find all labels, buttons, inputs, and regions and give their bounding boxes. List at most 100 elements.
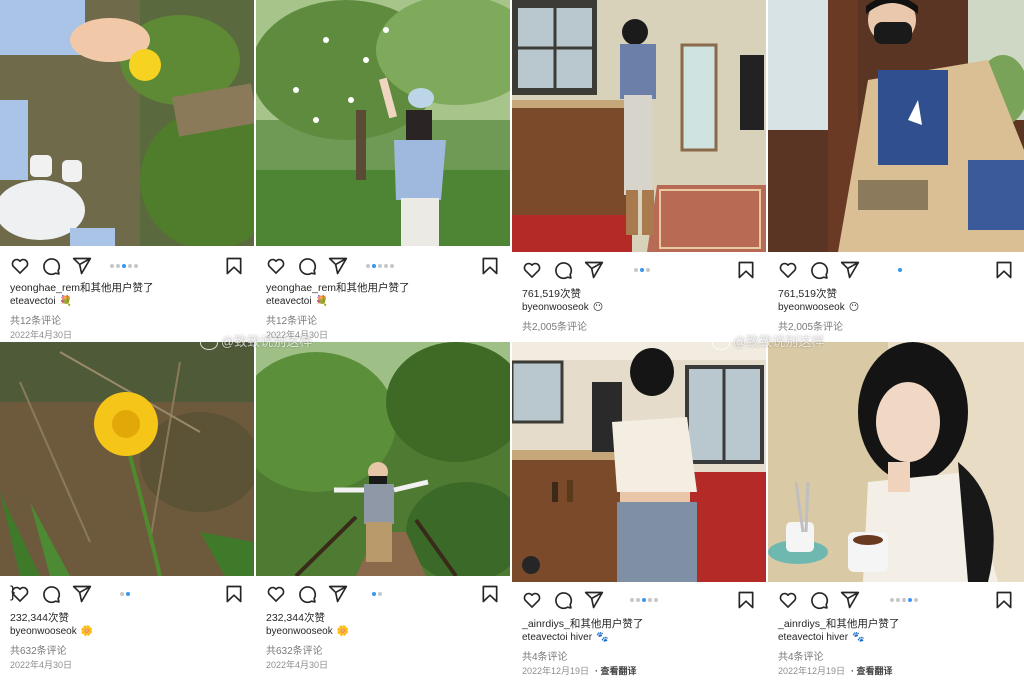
carousel-dot bbox=[366, 264, 370, 268]
post-card: 761,519次赞 byeonwooseok 😶 共2,005条评论 bbox=[768, 0, 1024, 340]
caption-emoji: 🌼 bbox=[80, 626, 94, 637]
bookmark-icon[interactable] bbox=[224, 584, 244, 604]
post-meta: 2022年12月19日 · 查看翻译 bbox=[778, 664, 893, 677]
carousel-dot bbox=[126, 592, 130, 596]
heart-icon[interactable] bbox=[522, 260, 542, 280]
view-comments-link[interactable]: 共4条评论 bbox=[522, 648, 568, 663]
comment-icon[interactable] bbox=[41, 584, 61, 604]
carousel-indicator bbox=[898, 268, 904, 272]
heart-icon[interactable] bbox=[10, 256, 30, 276]
share-icon[interactable] bbox=[584, 590, 604, 610]
likes-text[interactable]: _ainrdiys_和其他用户赞了 bbox=[778, 616, 899, 631]
heart-icon[interactable] bbox=[522, 590, 542, 610]
share-icon[interactable] bbox=[840, 590, 860, 610]
bookmark-icon[interactable] bbox=[994, 590, 1014, 610]
post-photo-forest-man[interactable] bbox=[256, 342, 510, 576]
likes-text[interactable]: 761,519次赞 bbox=[522, 286, 581, 301]
caption-emoji: 😶 bbox=[848, 302, 860, 313]
comment-icon[interactable] bbox=[41, 256, 61, 276]
carousel-dot bbox=[654, 598, 658, 602]
view-comments-link[interactable]: 共4条评论 bbox=[778, 648, 824, 663]
view-comments-link[interactable]: 共2,005条评论 bbox=[522, 318, 587, 333]
post-photo-cafe-woman[interactable] bbox=[512, 342, 766, 582]
likes-text[interactable]: 761,519次赞 bbox=[778, 286, 837, 301]
likes-text[interactable]: yeonghae_rem和其他用户赞了 bbox=[10, 280, 154, 295]
comment-icon[interactable] bbox=[297, 584, 317, 604]
post-photo-sweater-man[interactable] bbox=[768, 0, 1024, 252]
view-comments-link[interactable]: 共632条评论 bbox=[266, 642, 323, 657]
post-photo-orchard-woman[interactable] bbox=[256, 0, 510, 246]
post-date: 2022年4月30日 bbox=[10, 660, 73, 670]
post-card: 232,344次赞 byeonwooseok 🌼 共632条评论 2022年4月3… bbox=[256, 342, 510, 683]
view-comments-link[interactable]: 共12条评论 bbox=[10, 312, 61, 327]
carousel-dot bbox=[890, 598, 894, 602]
view-comments-link[interactable]: 共632条评论 bbox=[10, 642, 67, 657]
author-name[interactable]: eteavectoi bbox=[10, 296, 56, 307]
carousel-dot bbox=[372, 264, 376, 268]
bookmark-icon[interactable] bbox=[994, 260, 1014, 280]
carousel-dot bbox=[128, 264, 132, 268]
heart-icon[interactable] bbox=[10, 584, 30, 604]
carousel-dot bbox=[116, 264, 120, 268]
bookmark-icon[interactable] bbox=[480, 256, 500, 276]
comment-icon[interactable] bbox=[553, 590, 573, 610]
comment-icon[interactable] bbox=[809, 590, 829, 610]
carousel-dot bbox=[110, 264, 114, 268]
post-photo-dandelion-closeup[interactable] bbox=[0, 342, 254, 576]
likes-text[interactable]: 232,344次赞 bbox=[10, 610, 69, 625]
post-photo-cafe-man[interactable] bbox=[512, 0, 766, 252]
likes-text[interactable]: yeonghae_rem和其他用户赞了 bbox=[266, 280, 410, 295]
author-name[interactable]: eteavectoi hiver bbox=[778, 632, 848, 643]
caption: eteavectoi hiver 🐾 bbox=[778, 632, 865, 643]
carousel-dot bbox=[372, 592, 376, 596]
post-card: _ainrdiys_和其他用户赞了 eteavectoi hiver 🐾 共4条评… bbox=[768, 342, 1024, 683]
author-name[interactable]: eteavectoi bbox=[266, 296, 312, 307]
post-photo-dandelion-hand[interactable] bbox=[0, 0, 254, 246]
comment-icon[interactable] bbox=[809, 260, 829, 280]
bookmark-icon[interactable] bbox=[736, 590, 756, 610]
post-card: 761,519次赞 byeonwooseok 😶 共2,005条评论 bbox=[512, 0, 766, 340]
author-name[interactable]: byeonwooseok bbox=[522, 302, 589, 313]
bookmark-icon[interactable] bbox=[480, 584, 500, 604]
post-date: 2022年4月30日 bbox=[266, 660, 329, 670]
post-photo-coffee-woman[interactable] bbox=[768, 342, 1024, 582]
share-icon[interactable] bbox=[72, 256, 92, 276]
heart-icon[interactable] bbox=[778, 260, 798, 280]
author-name[interactable]: byeonwooseok bbox=[266, 626, 333, 637]
likes-text[interactable]: 232,344次赞 bbox=[266, 610, 325, 625]
post-date: 2022年12月19日 bbox=[778, 666, 846, 676]
share-icon[interactable] bbox=[328, 584, 348, 604]
avatar-icon[interactable] bbox=[522, 556, 540, 574]
carousel-dot bbox=[636, 598, 640, 602]
see-translation-link[interactable]: · 查看翻译 bbox=[851, 666, 893, 676]
likes-text[interactable]: _ainrdiys_和其他用户赞了 bbox=[522, 616, 643, 631]
heart-icon[interactable] bbox=[266, 584, 286, 604]
comment-icon[interactable] bbox=[553, 260, 573, 280]
caption-emoji: 🐾 bbox=[596, 632, 609, 643]
share-icon[interactable] bbox=[328, 256, 348, 276]
carousel-dot bbox=[642, 598, 646, 602]
carousel-dot bbox=[646, 268, 650, 272]
share-icon[interactable] bbox=[840, 260, 860, 280]
carousel-indicator bbox=[372, 592, 384, 596]
bookmark-icon[interactable] bbox=[736, 260, 756, 280]
author-name[interactable]: eteavectoi hiver bbox=[522, 632, 592, 643]
comment-icon[interactable] bbox=[297, 256, 317, 276]
post-card: } 232,344次赞 byeonwooseok 🌼 共632条评论 2022年4… bbox=[0, 342, 254, 683]
share-icon[interactable] bbox=[72, 584, 92, 604]
see-translation-link[interactable]: · 查看翻译 bbox=[595, 666, 637, 676]
carousel-dot bbox=[634, 268, 638, 272]
caption: eteavectoi 💐 bbox=[266, 296, 328, 307]
author-name[interactable]: byeonwooseok bbox=[778, 302, 845, 313]
caption: byeonwooseok 🌼 bbox=[10, 626, 93, 637]
view-comments-link[interactable]: 共12条评论 bbox=[266, 312, 317, 327]
share-icon[interactable] bbox=[584, 260, 604, 280]
carousel-dot bbox=[134, 264, 138, 268]
heart-icon[interactable] bbox=[266, 256, 286, 276]
caption: byeonwooseok 🌼 bbox=[266, 626, 349, 637]
heart-icon[interactable] bbox=[778, 590, 798, 610]
carousel-dot bbox=[630, 598, 634, 602]
carousel-dot bbox=[640, 268, 644, 272]
author-name[interactable]: byeonwooseok bbox=[10, 626, 77, 637]
bookmark-icon[interactable] bbox=[224, 256, 244, 276]
